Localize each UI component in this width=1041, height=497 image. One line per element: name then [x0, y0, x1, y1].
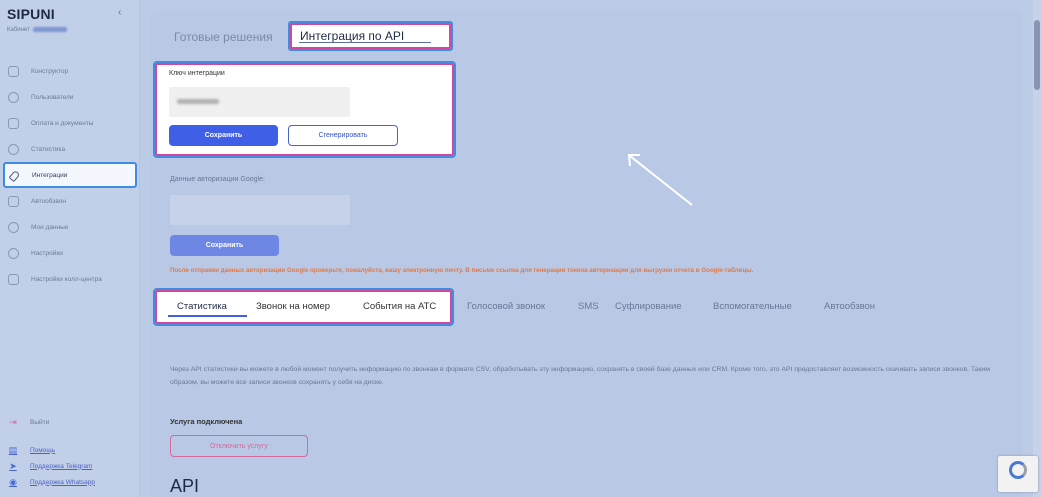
sidebar-item-settings[interactable]: Настройки — [0, 240, 140, 266]
logo: SIPUNI — [7, 6, 55, 22]
tab-statistics[interactable]: Статистика — [177, 301, 227, 312]
sidebar-item-label: Конструктор — [31, 67, 69, 75]
sidebar-item-label: Автообзвон — [31, 197, 66, 205]
sidebar: SIPUNI ‹ Кабинет Конструктор Пользовател… — [0, 0, 140, 497]
cabinet-id-blurred — [32, 27, 67, 32]
generate-key-button[interactable]: Сгенерировать — [288, 125, 398, 146]
google-warning-text: После отправки данных авторизации Google… — [170, 267, 754, 274]
tab-ready-solutions[interactable]: Готовые решения — [174, 30, 273, 44]
support-telegram-link[interactable]: ➤ Поддержка Telegram — [0, 458, 140, 474]
integration-key-panel: Ключ интеграции Сохранить Сгенерировать — [153, 61, 456, 158]
tab-pbx-events[interactable]: События на АТС — [363, 301, 436, 312]
logout-icon: ⇥ — [9, 417, 17, 427]
sidebar-nav: Конструктор Пользователи Оплата и докуме… — [0, 58, 140, 292]
active-tab-underline — [168, 315, 247, 317]
main-content: Готовые решения Интеграция по API Ключ и… — [140, 0, 1041, 497]
rocket-icon — [9, 170, 20, 181]
sidebar-item-constructor[interactable]: Конструктор — [0, 58, 140, 84]
google-auth-input[interactable] — [170, 195, 350, 225]
user-icon — [8, 221, 19, 233]
sidebar-item-users[interactable]: Пользователи — [0, 84, 140, 110]
gear-icon — [8, 247, 19, 259]
api-description: Через API статистики вы можете в любой м… — [170, 366, 990, 386]
support-whatsapp-link[interactable]: ◉ Поддержка Whatsapp — [0, 474, 140, 490]
sidebar-item-callcenter-settings[interactable]: Настройки колл-центра — [0, 266, 140, 292]
help-link[interactable]: ▤ Помощь — [0, 442, 140, 458]
sidebar-item-billing[interactable]: Оплата и документы — [0, 110, 140, 136]
cabinet-label: Кабинет — [7, 27, 67, 33]
sidebar-item-label: Интеграции — [32, 171, 68, 179]
sidebar-item-label: Мои данные — [31, 223, 69, 231]
recaptcha-badge[interactable] — [998, 456, 1038, 492]
cube-icon — [8, 65, 19, 77]
tab-api-integration[interactable]: Интеграция по API — [288, 21, 453, 51]
users-icon — [8, 91, 19, 103]
sidebar-item-label: Настройки — [31, 249, 63, 257]
sidebar-item-integrations[interactable]: Интеграции — [3, 162, 137, 188]
integration-key-blurred — [177, 99, 219, 104]
save-key-button[interactable]: Сохранить — [169, 125, 278, 146]
sliders-icon — [8, 273, 19, 285]
tab-voice-call[interactable]: Голосовой звонок — [467, 301, 545, 312]
sidebar-item-my-data[interactable]: Мои данные — [0, 214, 140, 240]
pie-chart-icon — [8, 143, 19, 155]
tab-sms[interactable]: SMS — [578, 301, 599, 312]
whatsapp-icon: ◉ — [9, 477, 17, 487]
integration-key-label: Ключ интеграции — [169, 70, 225, 77]
google-auth-label: Данные авторизации Google: — [170, 176, 265, 183]
api-section-title: API — [170, 476, 200, 496]
sidebar-item-label: Настройки колл-центра — [31, 275, 102, 283]
scrollbar[interactable] — [1033, 0, 1041, 497]
sidebar-bottom-links: ⇥ Выйти ▤ Помощь ➤ Поддержка Telegram ◉ Подд… — [0, 414, 140, 490]
phone-list-icon — [8, 195, 19, 207]
disconnect-service-button[interactable]: Отключить услугу — [170, 435, 308, 457]
tab-call-to-number[interactable]: Звонок на номер — [256, 301, 330, 312]
collapse-sidebar-icon[interactable]: ‹ — [118, 7, 121, 18]
tab-auxiliary[interactable]: Вспомогательные — [713, 301, 792, 312]
api-tabs: Статистика Звонок на номер События на АТ… — [153, 288, 1041, 326]
sidebar-item-label: Статистика — [31, 145, 66, 153]
recaptcha-icon — [1009, 461, 1027, 479]
scrollbar-thumb[interactable] — [1034, 20, 1040, 90]
tab-autodialer[interactable]: Автообзвон — [824, 301, 875, 312]
document-icon: ▤ — [8, 445, 18, 455]
pointer-arrow — [627, 154, 693, 206]
sidebar-item-autodialer[interactable]: Автообзвон — [0, 188, 140, 214]
integration-key-input[interactable] — [169, 87, 350, 117]
save-google-button[interactable]: Сохранить — [170, 235, 279, 256]
logout-link[interactable]: ⇥ Выйти — [0, 414, 140, 430]
tab-prompting[interactable]: Суфлирование — [615, 301, 682, 312]
service-status-label: Услуга подключена — [170, 417, 243, 426]
sidebar-item-label: Оплата и документы — [31, 119, 94, 127]
wallet-icon — [8, 117, 19, 129]
telegram-icon: ➤ — [9, 461, 17, 471]
sidebar-item-label: Пользователи — [31, 93, 74, 101]
sidebar-item-statistics[interactable]: Статистика — [0, 136, 140, 162]
